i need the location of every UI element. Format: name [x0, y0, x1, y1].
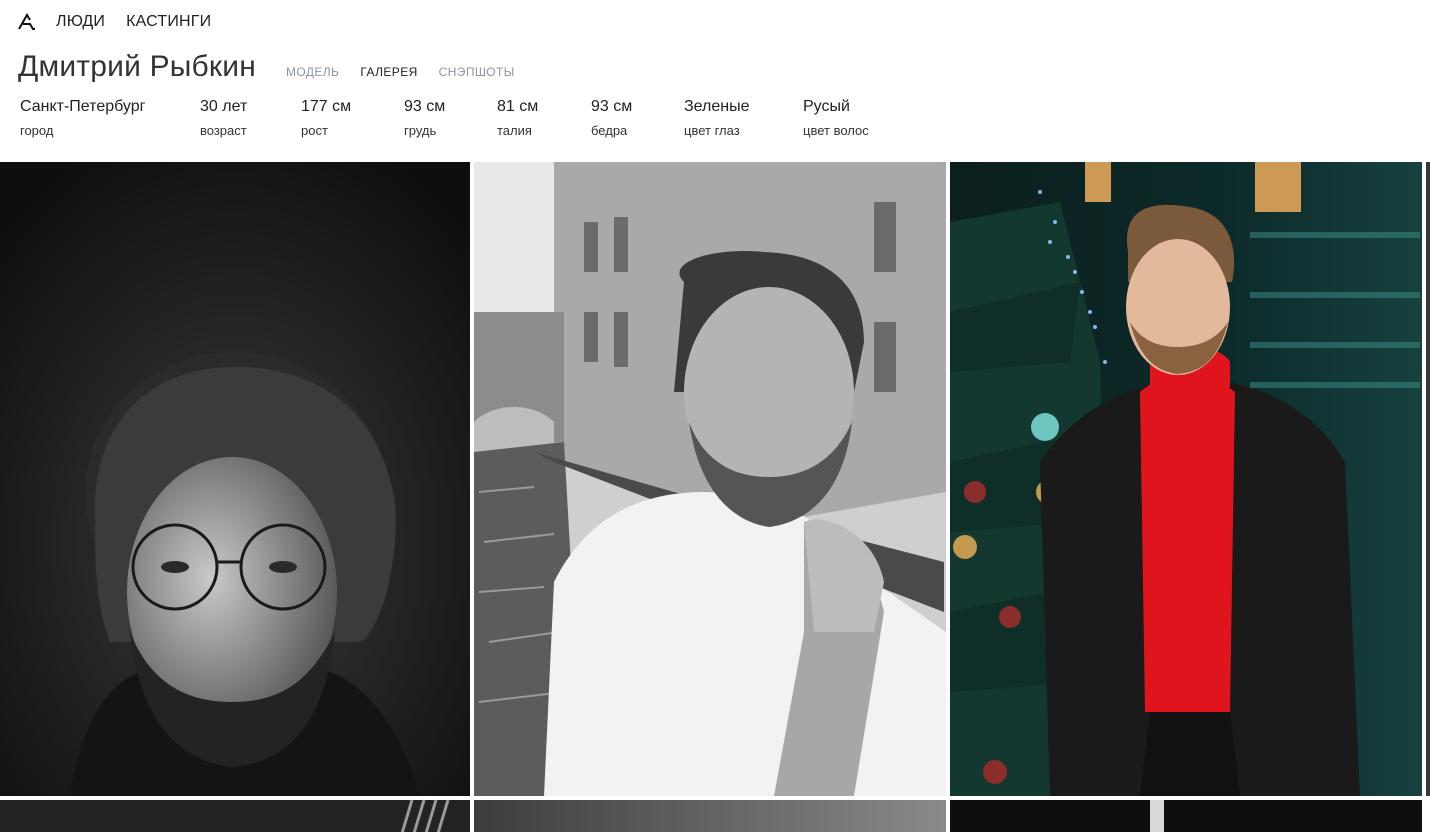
- model-name: Дмитрий Рыбкин: [18, 50, 256, 83]
- stat-label: город: [20, 123, 54, 138]
- stat-value: 30 лет: [200, 98, 248, 115]
- gallery-photo-edge[interactable]: [1426, 162, 1430, 796]
- photo-image: [0, 162, 470, 796]
- stat-label: цвет волос: [803, 123, 869, 138]
- stat-hips: 93 см бедра: [591, 97, 632, 139]
- stat-value: Русый: [803, 98, 850, 115]
- gallery-photo-row2-2[interactable]: [474, 800, 946, 832]
- gallery-photo-christmas-portrait[interactable]: [950, 162, 1422, 796]
- stat-age: 30 лет возраст: [200, 97, 247, 139]
- stat-value: Санкт-Петербург: [20, 98, 146, 115]
- gallery-photo-canal-portrait[interactable]: [474, 162, 946, 796]
- stat-label: талия: [497, 123, 532, 138]
- tab-snapshots[interactable]: СНЭПШОТЫ: [439, 65, 515, 79]
- gallery-photo-row2-1[interactable]: [0, 800, 470, 832]
- stat-value: 177 см: [301, 98, 352, 115]
- stat-eye-color: Зеленые цвет глаз: [684, 97, 750, 139]
- stat-label: возраст: [200, 123, 247, 138]
- tab-model[interactable]: МОДЕЛЬ: [286, 65, 339, 79]
- gallery-photo-row2-3[interactable]: [950, 800, 1422, 832]
- stat-label: цвет глаз: [684, 123, 740, 138]
- stat-label: грудь: [404, 123, 437, 138]
- photo-image: [474, 800, 946, 832]
- profile-tabs: МОДЕЛЬ ГАЛЕРЕЯ СНЭПШОТЫ: [286, 65, 536, 79]
- stat-value: 81 см: [497, 98, 539, 115]
- stat-waist: 81 см талия: [497, 97, 538, 139]
- stat-city: Санкт-Петербург город: [20, 97, 145, 139]
- stat-label: рост: [301, 123, 328, 138]
- profile-header: Дмитрий Рыбкин МОДЕЛЬ ГАЛЕРЕЯ СНЭПШОТЫ: [18, 50, 536, 84]
- stat-height: 177 см рост: [301, 97, 351, 139]
- agency-logo-icon[interactable]: [18, 13, 36, 31]
- photo-image: [950, 162, 1422, 796]
- tab-gallery[interactable]: ГАЛЕРЕЯ: [360, 65, 417, 79]
- stat-value: 93 см: [591, 98, 633, 115]
- stat-value: Зеленые: [684, 98, 750, 115]
- photo-image: [0, 800, 470, 832]
- stat-hair-color: Русый цвет волос: [803, 97, 869, 139]
- stat-value: 93 см: [404, 98, 446, 115]
- photo-image: [950, 800, 1422, 832]
- photo-gallery: [0, 162, 1430, 832]
- gallery-photo-glasses-portrait[interactable]: [0, 162, 470, 796]
- photo-image: [1426, 162, 1430, 796]
- nav-link-castings[interactable]: КАСТИНГИ: [126, 13, 211, 31]
- top-navigation: ЛЮДИ КАСТИНГИ: [18, 10, 232, 34]
- photo-image: [474, 162, 946, 796]
- nav-link-people[interactable]: ЛЮДИ: [56, 13, 105, 31]
- stat-chest: 93 см грудь: [404, 97, 445, 139]
- stat-label: бедра: [591, 123, 628, 138]
